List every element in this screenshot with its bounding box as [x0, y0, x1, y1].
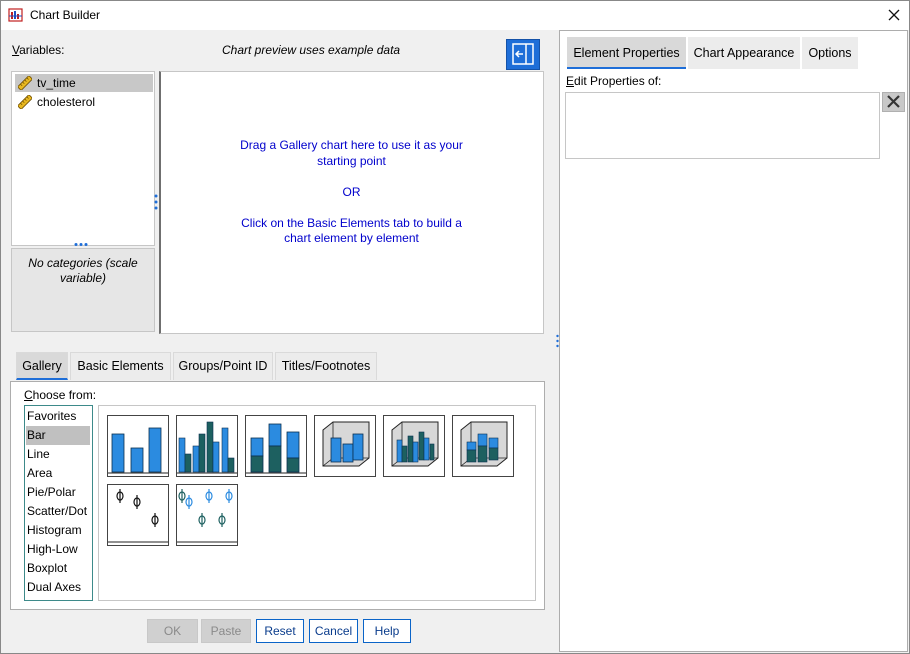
- canvas-instructions: Drag a Gallery chart here to use it as y…: [161, 138, 542, 247]
- chart-type-scatter-dot[interactable]: Scatter/Dot: [26, 502, 90, 521]
- chart-type-bar[interactable]: Bar: [26, 426, 90, 445]
- stacked-3d-bar-thumbnail[interactable]: [452, 415, 514, 477]
- paste-button[interactable]: Paste: [201, 619, 251, 643]
- tab-options[interactable]: Options: [802, 37, 858, 69]
- tab-titles-footnotes[interactable]: Titles/Footnotes: [275, 352, 377, 380]
- tab-groups-point-id[interactable]: Groups/Point ID: [173, 352, 273, 380]
- window-title: Chart Builder: [30, 8, 101, 22]
- categories-panel: No categories (scale variable): [11, 248, 155, 332]
- help-button[interactable]: Help: [363, 619, 411, 643]
- preview-label: Chart preview uses example data: [222, 43, 401, 57]
- simple-3d-bar-thumbnail[interactable]: [314, 415, 376, 477]
- canvas-line: Click on the Basic Elements tab to build…: [241, 215, 462, 230]
- tab-element-properties[interactable]: Element Properties: [567, 37, 686, 69]
- cancel-button[interactable]: Cancel: [309, 619, 358, 643]
- chart-canvas[interactable]: Drag a Gallery chart here to use it as y…: [159, 71, 544, 334]
- canvas-line: Drag a Gallery chart here to use it as y…: [240, 138, 463, 152]
- chart-type-list[interactable]: Favorites Bar Line Area Pie/Polar Scatte…: [24, 405, 93, 601]
- stacked-bar-thumbnail[interactable]: [245, 415, 307, 477]
- gallery-thumbnails: [98, 405, 536, 601]
- panel-splitter-handle[interactable]: [556, 334, 559, 348]
- vertical-splitter-handle[interactable]: [154, 194, 158, 210]
- variables-label: Variables:: [12, 43, 65, 57]
- simple-bar-thumbnail[interactable]: [107, 415, 169, 477]
- chart-type-favorites[interactable]: Favorites: [26, 407, 90, 426]
- variable-item-tv-time[interactable]: tv_time: [15, 74, 153, 92]
- canvas-line: [161, 200, 542, 216]
- variable-list[interactable]: tv_time cholesterol: [11, 71, 155, 246]
- chart-type-line[interactable]: Line: [26, 445, 90, 464]
- chart-type-boxplot[interactable]: Boxplot: [26, 559, 90, 578]
- variable-item-cholesterol[interactable]: cholesterol: [15, 93, 153, 111]
- simple-error-bar-thumbnail[interactable]: [107, 484, 169, 546]
- no-categories-text: No categories (scale variable): [28, 256, 138, 285]
- variable-name: cholesterol: [37, 95, 96, 109]
- clustered-bar-thumbnail[interactable]: [176, 415, 238, 477]
- edit-properties-label: Edit Properties of:: [566, 74, 662, 88]
- chart-preview-toggle-button[interactable]: [506, 39, 540, 70]
- chart-type-histogram[interactable]: Histogram: [26, 521, 90, 540]
- title-bar: Chart Builder: [0, 0, 910, 30]
- canvas-line: OR: [342, 184, 361, 199]
- tab-basic-elements[interactable]: Basic Elements: [70, 352, 171, 380]
- chart-builder-icon: [8, 8, 23, 22]
- canvas-line: chart element by element: [284, 231, 419, 245]
- canvas-line: [161, 169, 542, 185]
- gallery-panel: Choose from: Favorites Bar Line Area Pie…: [10, 381, 545, 610]
- variable-name: tv_time: [37, 76, 76, 90]
- choose-from-label: Choose from:: [24, 388, 97, 402]
- reset-button[interactable]: Reset: [256, 619, 304, 643]
- chart-type-pie-polar[interactable]: Pie/Polar: [26, 483, 90, 502]
- chart-type-area[interactable]: Area: [26, 464, 90, 483]
- edit-properties-list[interactable]: [565, 92, 880, 159]
- panel-toggle-icon: [512, 43, 534, 65]
- delete-x-icon: [887, 95, 900, 108]
- chart-type-high-low[interactable]: High-Low: [26, 540, 90, 559]
- scale-ruler-icon: [18, 95, 32, 109]
- tab-chart-appearance[interactable]: Chart Appearance: [688, 37, 800, 69]
- delete-element-button[interactable]: [882, 92, 905, 112]
- properties-panel: Element Properties Chart Appearance Opti…: [559, 30, 908, 652]
- horizontal-splitter-handle[interactable]: [74, 242, 88, 247]
- ok-button[interactable]: OK: [147, 619, 198, 643]
- clustered-3d-bar-thumbnail[interactable]: [383, 415, 445, 477]
- tab-gallery[interactable]: Gallery: [16, 352, 68, 380]
- chart-type-dual-axes[interactable]: Dual Axes: [26, 578, 90, 597]
- canvas-line: starting point: [317, 153, 386, 168]
- clustered-error-bar-thumbnail[interactable]: [176, 484, 238, 546]
- scale-ruler-icon: [18, 76, 32, 90]
- close-icon[interactable]: [880, 4, 908, 26]
